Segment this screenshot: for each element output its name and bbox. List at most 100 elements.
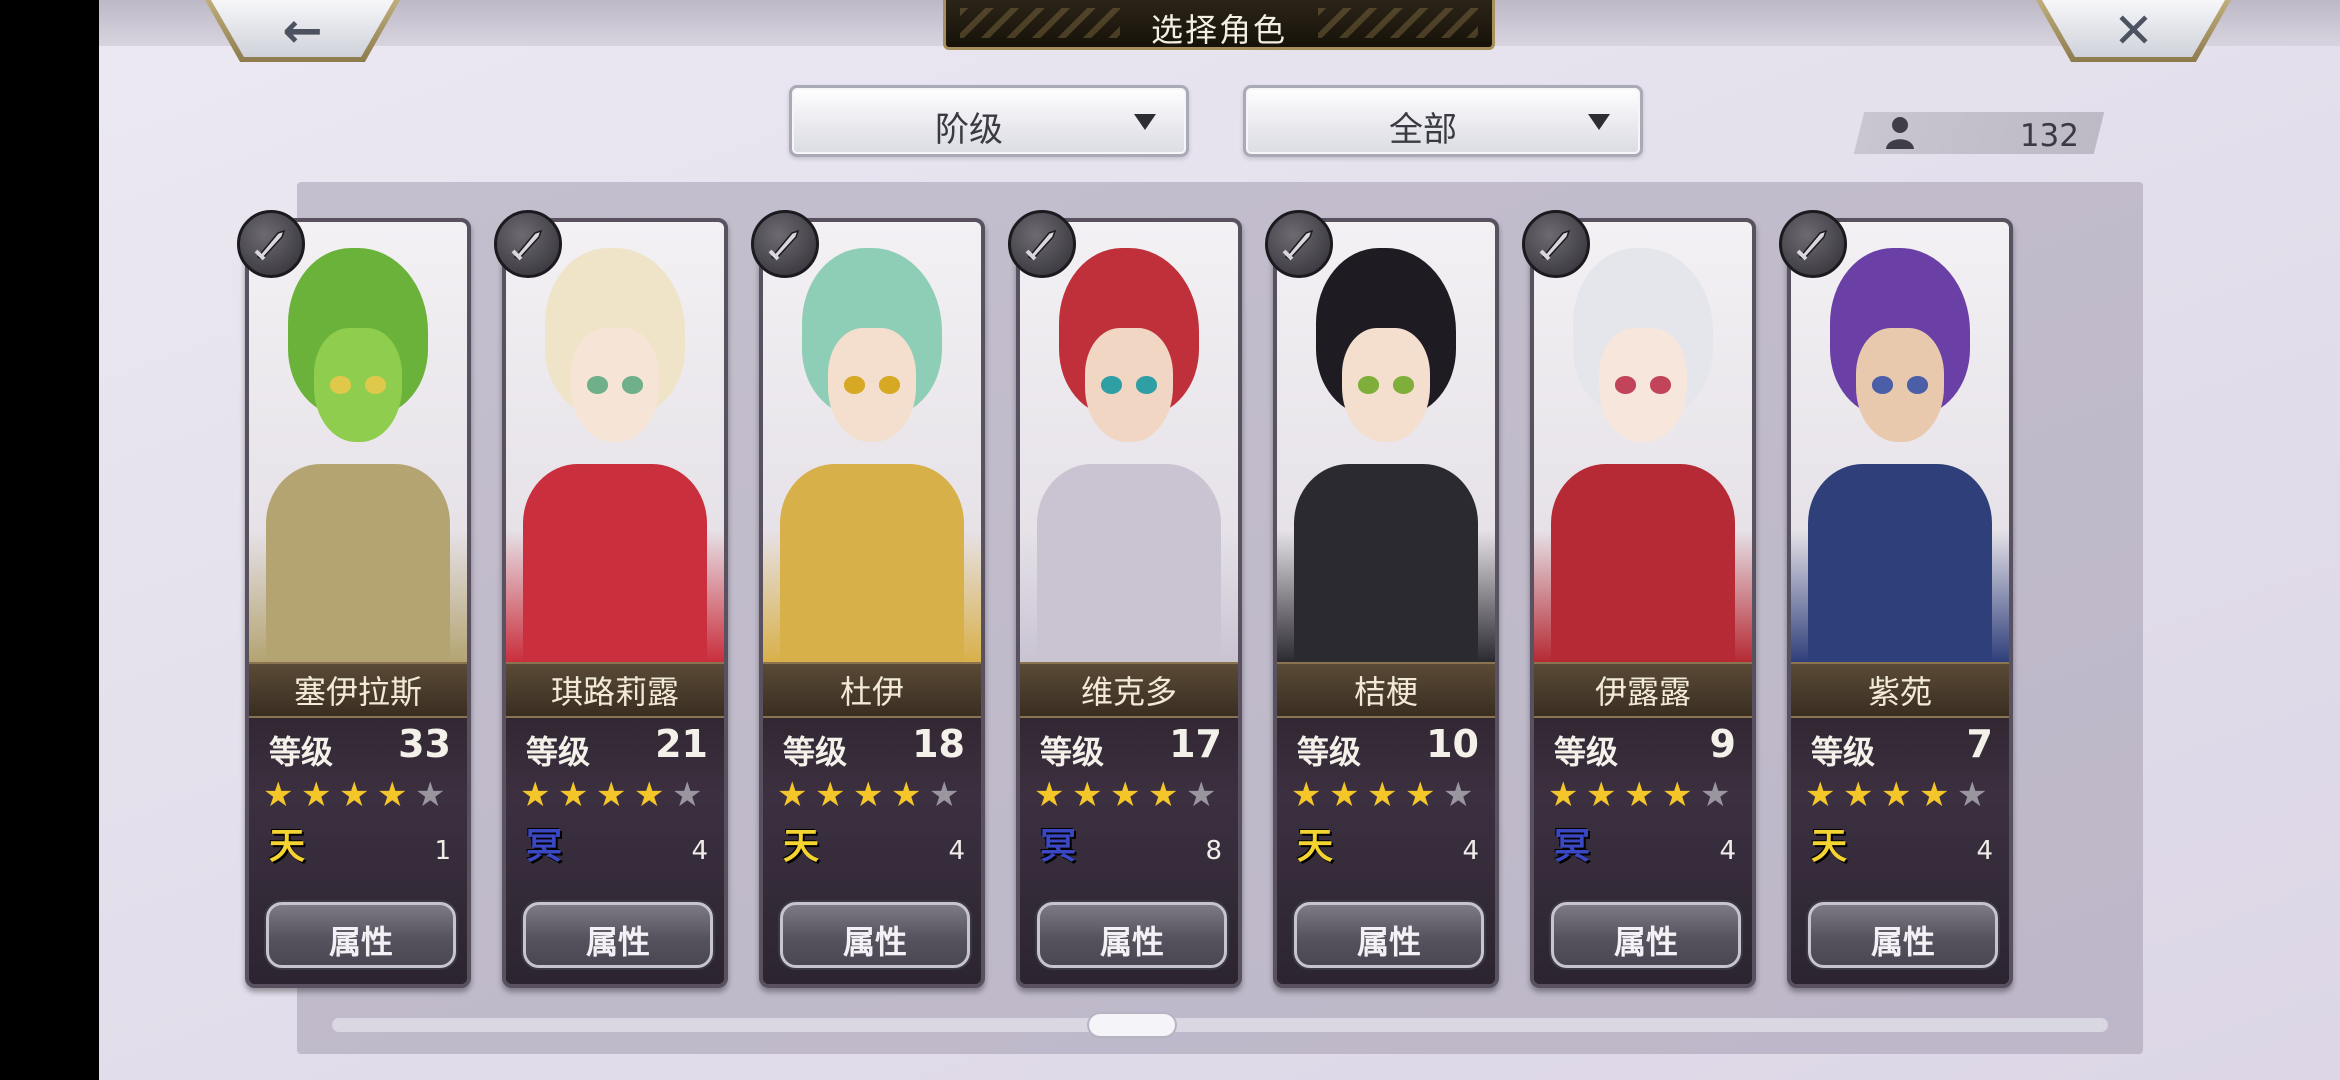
rank-filter-dropdown[interactable]: 阶级 <box>789 85 1189 157</box>
attributes-button-label: 属性 <box>1356 923 1421 961</box>
star-filled-icon: ★ <box>339 775 370 815</box>
attributes-button-label: 属性 <box>1613 923 1678 961</box>
roster-count: 132 <box>2019 118 2079 154</box>
scope-filter-dropdown[interactable]: 全部 <box>1243 85 1643 157</box>
star-empty-icon: ★ <box>1957 775 1988 815</box>
character-portrait <box>763 222 981 662</box>
star-empty-icon: ★ <box>672 775 703 815</box>
greatsword-icon <box>494 210 562 278</box>
star-filled-icon: ★ <box>1291 775 1322 815</box>
star-filled-icon: ★ <box>1624 775 1655 815</box>
attributes-button[interactable]: 属性 <box>1294 902 1484 968</box>
character-card[interactable]: 伊露露 等级 9 ★ ★ ★ ★ ★ 冥 4 属性 <box>1522 210 1756 988</box>
character-count: 4 <box>1976 836 1993 866</box>
level-value: 10 <box>1426 722 1479 766</box>
star-empty-icon: ★ <box>1700 775 1731 815</box>
star-rating: ★ ★ ★ ★ ★ <box>263 775 463 815</box>
character-card[interactable]: 维克多 等级 17 ★ ★ ★ ★ ★ 冥 8 属性 <box>1008 210 1242 988</box>
star-filled-icon: ★ <box>891 775 922 815</box>
character-count: 1 <box>434 836 451 866</box>
sword-icon <box>1779 210 1847 278</box>
scope-filter-label: 全部 <box>1389 110 1457 150</box>
close-icon: ✕ <box>2113 3 2154 59</box>
axe-icon <box>1522 210 1590 278</box>
star-filled-icon: ★ <box>1110 775 1141 815</box>
character-name: 伊露露 <box>1594 673 1691 711</box>
star-filled-icon: ★ <box>634 775 665 815</box>
horizontal-scrollbar-track[interactable] <box>332 1018 2108 1032</box>
back-button[interactable]: ← <box>205 0 400 62</box>
character-count: 4 <box>1462 836 1479 866</box>
attributes-button[interactable]: 属性 <box>523 902 713 968</box>
level-value: 18 <box>912 722 965 766</box>
back-arrow-icon: ← <box>282 3 323 59</box>
star-filled-icon: ★ <box>558 775 589 815</box>
star-rating: ★ ★ ★ ★ ★ <box>1548 775 1748 815</box>
character-card[interactable]: 塞伊拉斯 等级 33 ★ ★ ★ ★ ★ 天 1 属性 <box>237 210 471 988</box>
star-filled-icon: ★ <box>815 775 846 815</box>
element-badge: 天 <box>783 826 820 867</box>
character-name: 塞伊拉斯 <box>293 673 422 711</box>
attributes-button-label: 属性 <box>842 923 907 961</box>
star-filled-icon: ★ <box>1034 775 1065 815</box>
star-rating: ★ ★ ★ ★ ★ <box>777 775 977 815</box>
star-filled-icon: ★ <box>853 775 884 815</box>
character-count: 8 <box>1205 836 1222 866</box>
close-button[interactable]: ✕ <box>2036 0 2231 62</box>
title-plate: 选择角色 <box>943 0 1495 50</box>
star-filled-icon: ★ <box>1586 775 1617 815</box>
chevron-down-icon <box>1134 114 1156 130</box>
element-badge: 冥 <box>1554 826 1591 867</box>
element-badge: 天 <box>1811 826 1848 867</box>
attributes-button-label: 属性 <box>585 923 650 961</box>
rank-filter-label: 阶级 <box>935 110 1003 150</box>
character-portrait <box>249 222 467 662</box>
star-empty-icon: ★ <box>929 775 960 815</box>
element-badge: 冥 <box>526 826 563 867</box>
character-portrait <box>1020 222 1238 662</box>
level-label: 等级 <box>526 733 591 771</box>
star-filled-icon: ★ <box>1367 775 1398 815</box>
sword-icon <box>237 210 305 278</box>
chevron-down-icon <box>1588 114 1610 130</box>
attributes-button[interactable]: 属性 <box>1037 902 1227 968</box>
attributes-button[interactable]: 属性 <box>780 902 970 968</box>
star-filled-icon: ★ <box>1805 775 1836 815</box>
character-card[interactable]: 杜伊 等级 18 ★ ★ ★ ★ ★ 天 4 属性 <box>751 210 985 988</box>
star-filled-icon: ★ <box>1072 775 1103 815</box>
fist-icon <box>751 210 819 278</box>
character-name: 紫苑 <box>1867 673 1932 711</box>
level-label: 等级 <box>1811 733 1876 771</box>
star-filled-icon: ★ <box>1148 775 1179 815</box>
character-card[interactable]: 桔梗 等级 10 ★ ★ ★ ★ ★ 天 4 属性 <box>1265 210 1499 988</box>
level-label: 等级 <box>783 733 848 771</box>
star-rating: ★ ★ ★ ★ ★ <box>520 775 720 815</box>
attributes-button[interactable]: 属性 <box>266 902 456 968</box>
user-icon <box>1886 117 1914 149</box>
character-portrait <box>506 222 724 662</box>
level-value: 7 <box>1966 722 1993 766</box>
star-filled-icon: ★ <box>1881 775 1912 815</box>
star-filled-icon: ★ <box>777 775 808 815</box>
star-filled-icon: ★ <box>377 775 408 815</box>
attributes-button-label: 属性 <box>328 923 393 961</box>
attributes-button[interactable]: 属性 <box>1808 902 1998 968</box>
level-value: 17 <box>1169 722 1222 766</box>
character-portrait <box>1791 222 2009 662</box>
star-filled-icon: ★ <box>1329 775 1360 815</box>
character-card[interactable]: 琪路莉露 等级 21 ★ ★ ★ ★ ★ 冥 4 属性 <box>494 210 728 988</box>
star-empty-icon: ★ <box>1186 775 1217 815</box>
horizontal-scrollbar-thumb[interactable] <box>1089 1014 1175 1036</box>
star-filled-icon: ★ <box>596 775 627 815</box>
attributes-button[interactable]: 属性 <box>1551 902 1741 968</box>
character-card[interactable]: 紫苑 等级 7 ★ ★ ★ ★ ★ 天 4 属性 <box>1779 210 2013 988</box>
page-title: 选择角色 <box>1150 11 1287 49</box>
character-portrait <box>1277 222 1495 662</box>
axe-icon <box>1265 210 1333 278</box>
game-screen: ← 选择角色 ✕ 阶级 全部 132 塞伊拉斯 等级 33 ★ ★ ★ ★ ★ … <box>99 0 2340 1080</box>
star-filled-icon: ★ <box>1662 775 1693 815</box>
level-value: 21 <box>655 722 708 766</box>
star-filled-icon: ★ <box>1843 775 1874 815</box>
star-filled-icon: ★ <box>520 775 551 815</box>
character-count: 4 <box>1719 836 1736 866</box>
